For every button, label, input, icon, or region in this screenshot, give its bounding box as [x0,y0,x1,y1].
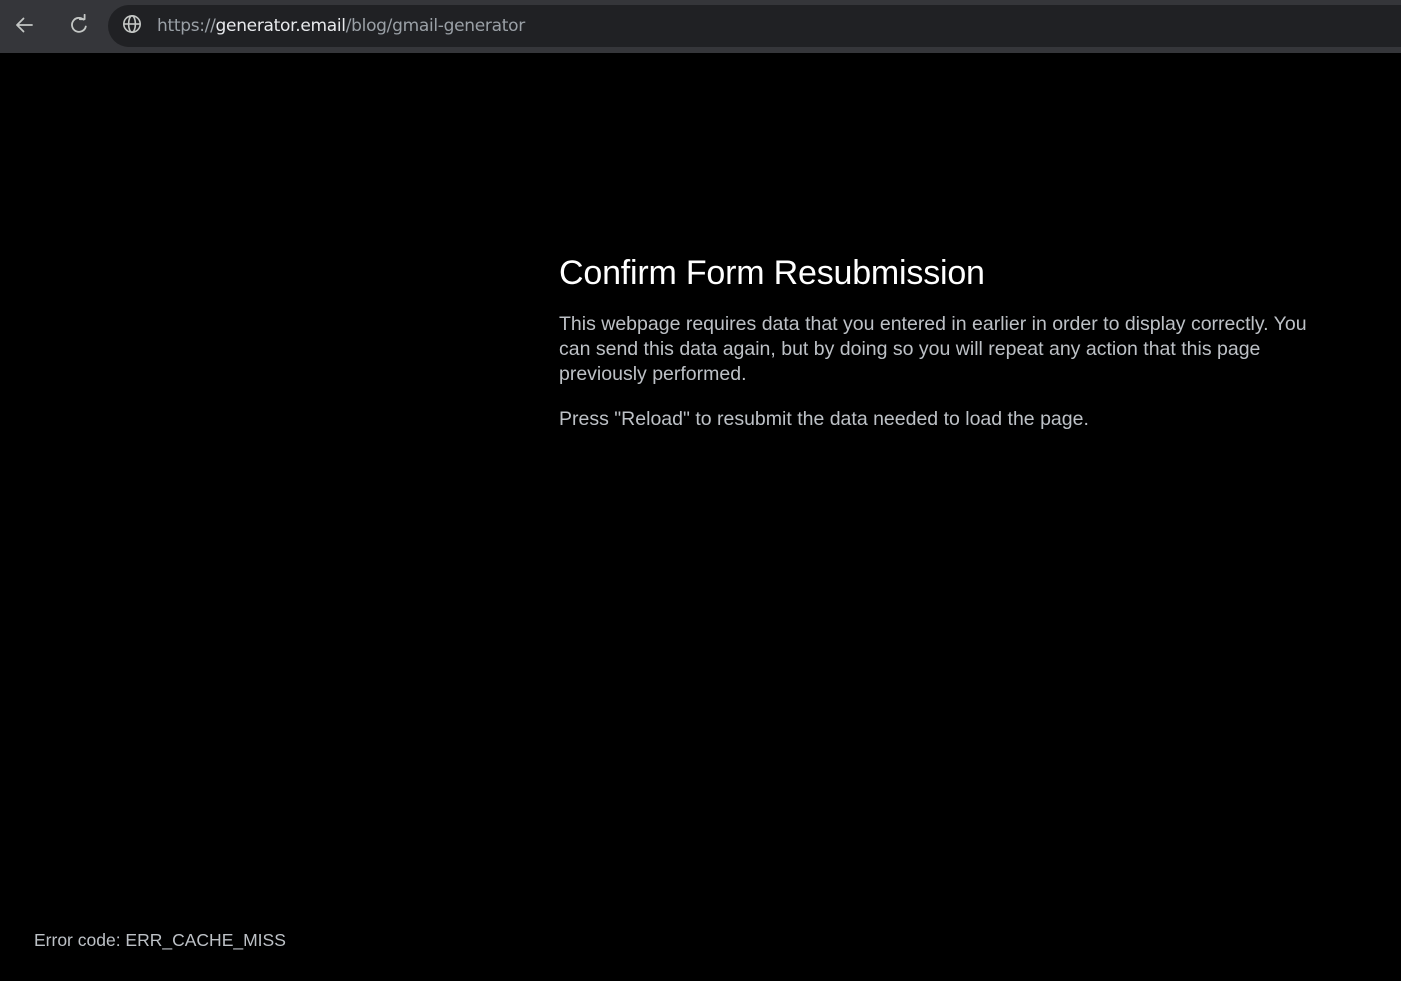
url-path: /blog/gmail-generator [345,16,525,36]
url-text[interactable]: https://generator.email/blog/gmail-gener… [157,15,525,37]
error-content: Confirm Form Resubmission This webpage r… [559,250,1339,432]
address-bar[interactable]: https://generator.email/blog/gmail-gener… [108,5,1401,47]
reload-icon [68,14,90,36]
site-info-button[interactable] [119,13,145,39]
browser-toolbar: https://generator.email/blog/gmail-gener… [0,0,1401,53]
arrow-left-icon [13,14,35,36]
error-message: This webpage requires data that you ente… [559,313,1307,385]
reload-button[interactable] [63,9,95,41]
globe-icon [122,14,142,39]
error-code: Error code: ERR_CACHE_MISS [34,930,286,950]
back-button[interactable] [8,9,40,41]
url-host: generator.email [215,16,346,36]
reload-instruction: Press "Reload" to resubmit the data need… [559,408,1089,430]
page-title: Confirm Form Resubmission [559,254,985,292]
url-scheme: https:// [157,16,216,36]
